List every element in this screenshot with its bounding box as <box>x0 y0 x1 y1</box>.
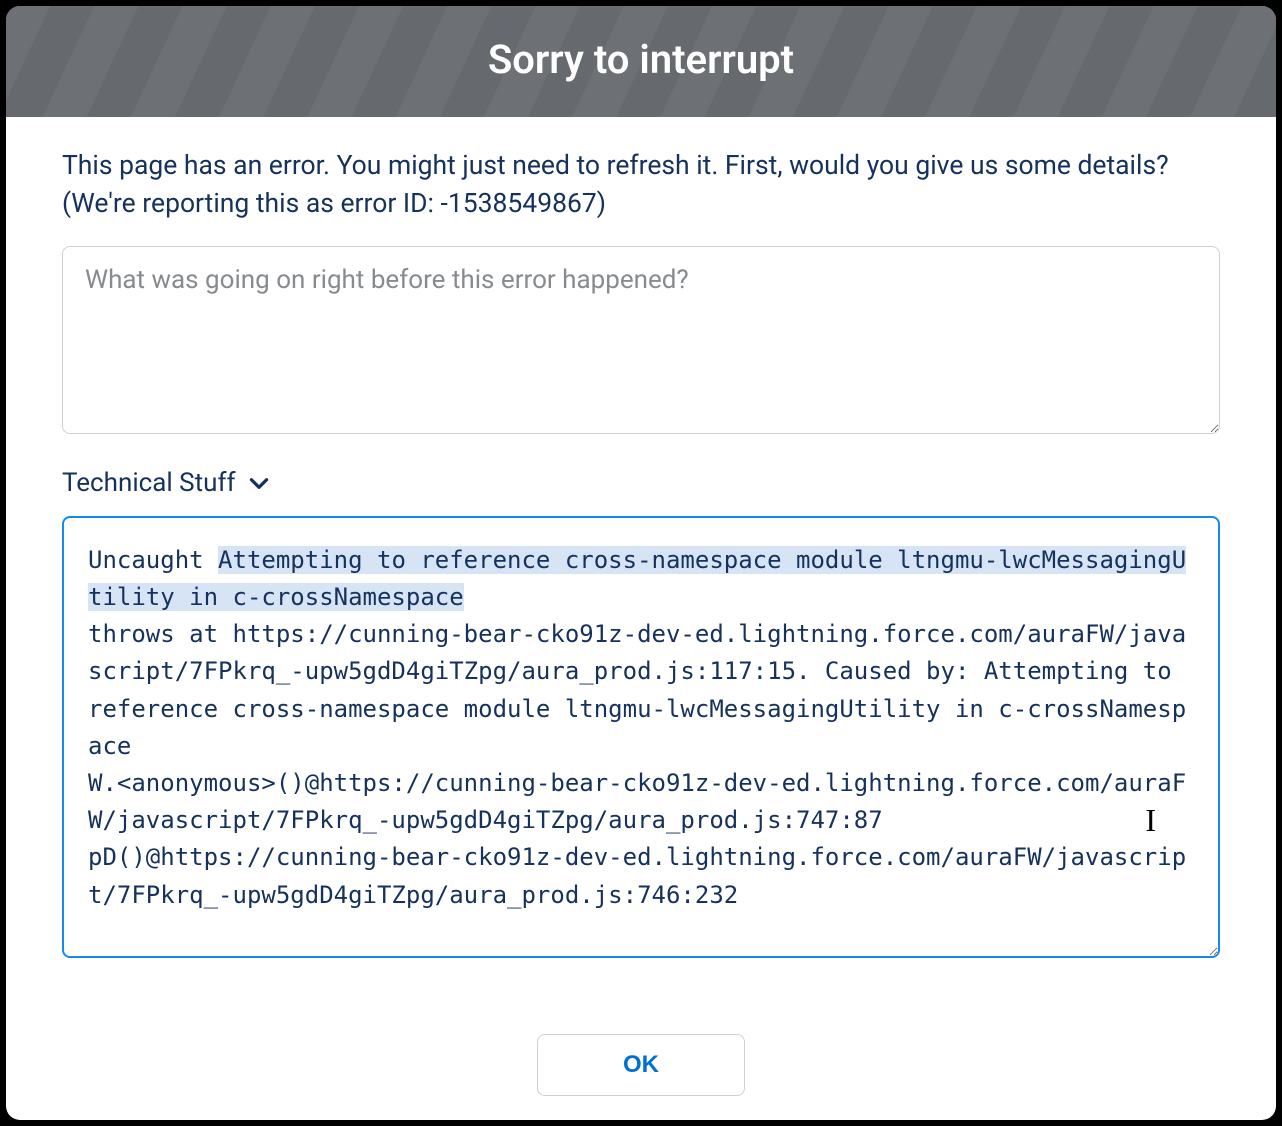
tech-highlighted-text: Attempting to reference cross-namespace … <box>88 546 1186 611</box>
ok-button[interactable]: OK <box>537 1034 745 1096</box>
chevron-down-icon <box>246 470 272 496</box>
technical-stuff-label: Technical Stuff <box>62 468 236 498</box>
error-details-input[interactable] <box>62 246 1220 434</box>
tech-rest-text: throws at https://cunning-bear-cko91z-de… <box>88 620 1186 908</box>
modal-title: Sorry to interrupt <box>6 6 1276 117</box>
technical-stuff-toggle[interactable]: Technical Stuff <box>62 468 1220 498</box>
error-message-text: This page has an error. You might just n… <box>62 147 1220 224</box>
tech-prefix: Uncaught <box>88 546 218 574</box>
technical-details-box[interactable]: Uncaught Attempting to reference cross-n… <box>62 516 1220 958</box>
modal-footer: OK <box>6 1014 1276 1120</box>
modal-body: This page has an error. You might just n… <box>6 117 1276 1014</box>
text-cursor-icon: I <box>1145 796 1156 846</box>
error-modal: Sorry to interrupt This page has an erro… <box>6 6 1276 1120</box>
